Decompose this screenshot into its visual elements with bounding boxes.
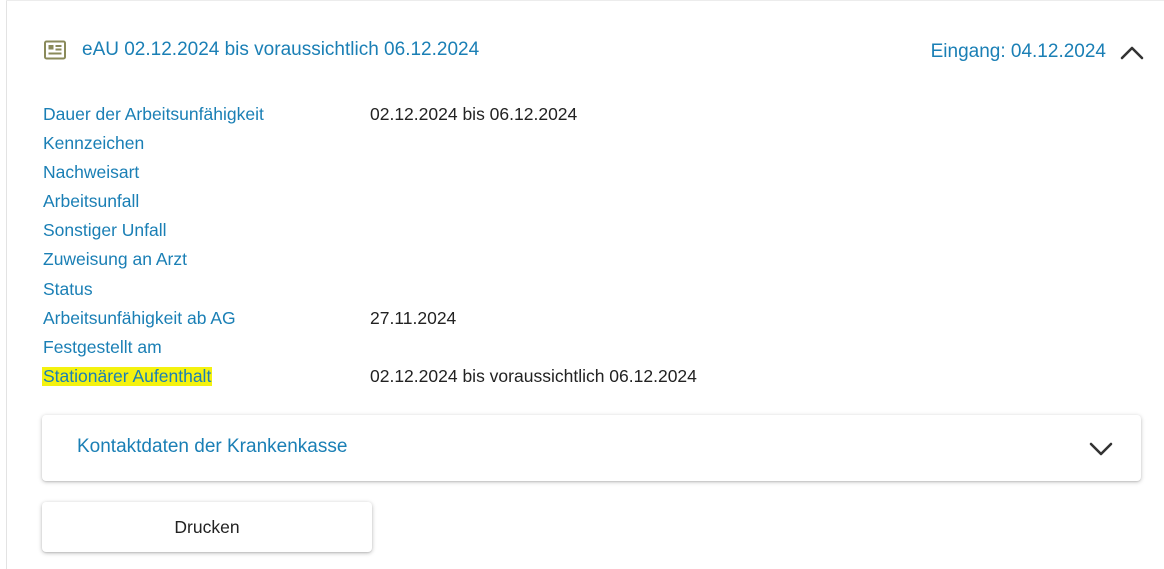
eau-panel-header[interactable]: eAU 02.12.2024 bis voraussichtlich 06.12… [44, 34, 1146, 70]
chevron-up-icon[interactable] [1118, 39, 1146, 65]
detail-row-dauer: Dauer der Arbeitsunfähigkeit 02.12.2024 … [43, 100, 943, 129]
id-card-icon [44, 40, 66, 60]
print-button[interactable]: Drucken [42, 502, 372, 552]
detail-list: Dauer der Arbeitsunfähigkeit 02.12.2024 … [42, 100, 943, 391]
detail-row-nachweisart: Nachweisart [43, 158, 943, 187]
detail-row-stationaer: Stationärer Aufenthalt 02.12.2024 bis vo… [42, 362, 943, 391]
detail-row-arbeitsunfall: Arbeitsunfall [43, 187, 943, 216]
contact-panel-title[interactable]: Kontaktdaten der Krankenkasse [77, 436, 347, 458]
panel-title[interactable]: eAU 02.12.2024 bis voraussichtlich 06.12… [82, 39, 479, 61]
detail-label: Sonstiger Unfall [43, 220, 167, 241]
detail-row-status: Status [43, 275, 943, 304]
detail-label: Festgestellt am [43, 336, 162, 357]
detail-label-highlighted: Stationärer Aufenthalt [42, 365, 213, 386]
detail-label: Status [43, 278, 93, 299]
detail-value: 02.12.2024 bis 06.12.2024 [370, 104, 578, 124]
detail-value: 27.11.2024 [370, 307, 457, 328]
contact-panel[interactable]: Kontaktdaten der Krankenkasse [42, 415, 1141, 481]
detail-row-festgestellt: Festgestellt am [43, 333, 943, 362]
detail-label: Arbeitsunfall [43, 191, 140, 212]
eau-card: eAU 02.12.2024 bis voraussichtlich 06.12… [0, 0, 1164, 569]
detail-row-zuweisung: Zuweisung an Arzt [43, 245, 943, 274]
detail-row-sonstiger-unfall: Sonstiger Unfall [43, 216, 943, 245]
detail-value: 02.12.2024 bis voraussichtlich 06.12.202… [370, 365, 697, 386]
detail-row-au-ab-ag: Arbeitsunfähigkeit ab AG 27.11.2024 [43, 304, 943, 333]
eingang-date: Eingang: 04.12.2024 [930, 41, 1106, 62]
detail-label: Kennzeichen [43, 133, 145, 154]
chevron-down-icon[interactable] [1087, 436, 1115, 462]
detail-label: Arbeitsunfähigkeit ab AG [43, 307, 236, 328]
detail-row-kennzeichen: Kennzeichen [43, 129, 943, 158]
detail-label: Zuweisung an Arzt [43, 249, 187, 270]
detail-label: Dauer der Arbeitsunfähigkeit [43, 104, 264, 124]
detail-label: Nachweisart [43, 162, 140, 183]
